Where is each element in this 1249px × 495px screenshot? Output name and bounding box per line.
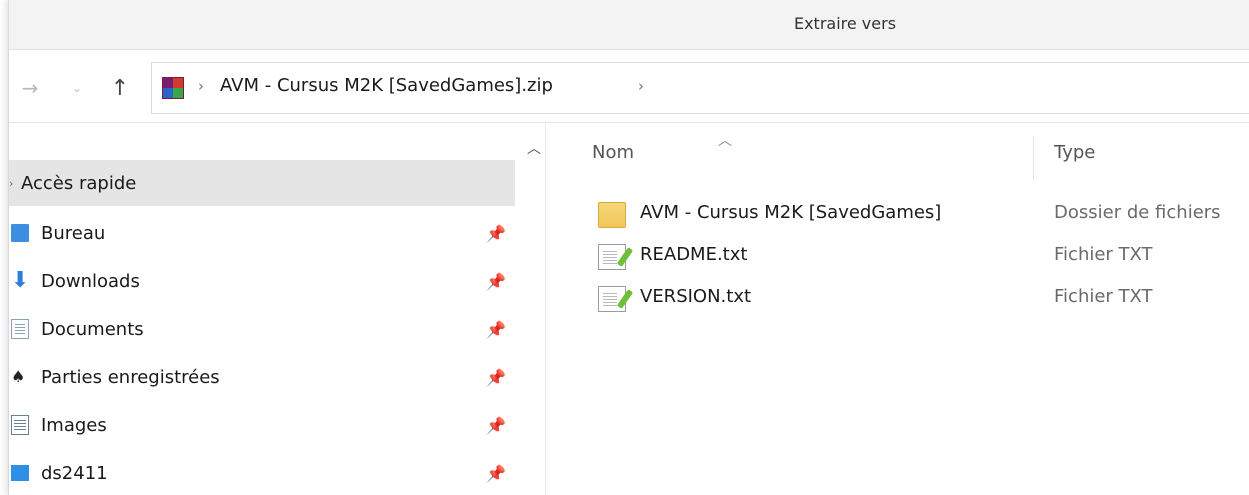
pin-icon: 📌 (486, 319, 506, 339)
sidebar-item-acces-rapide[interactable]: › Accès rapide (9, 160, 515, 206)
recent-locations-button[interactable]: ⌄ (65, 74, 89, 102)
breadcrumb-separator-icon[interactable]: › (638, 77, 644, 95)
winrar-archive-icon (162, 77, 184, 99)
images-icon (11, 415, 29, 435)
sidebar-item-label: Parties enregistrées (41, 366, 220, 388)
desktop-icon (11, 224, 29, 242)
file-name: README.txt (640, 244, 748, 265)
scroll-up-icon[interactable]: ︿ (527, 138, 541, 158)
file-row-readme[interactable]: README.txt Fichier TXT (546, 236, 1249, 276)
sidebar-item-documents[interactable]: Documents 📌 (9, 306, 515, 352)
arrow-up-icon: ↑ (110, 75, 130, 101)
document-icon (11, 319, 29, 339)
extract-dialog-window: Extraire vers → ⌄ ↑ › AVM - Cursus M2K [… (8, 0, 1249, 495)
column-resize-handle[interactable] (1033, 136, 1034, 180)
sidebar-item-images[interactable]: Images 📌 (9, 402, 515, 448)
file-row-version[interactable]: VERSION.txt Fichier TXT (546, 278, 1249, 318)
sidebar-item-label: Bureau (41, 222, 106, 244)
computer-icon (11, 465, 29, 481)
up-button[interactable]: ↑ (107, 74, 133, 102)
navigation-pane: ︿ › Accès rapide Bureau 📌 ⬇ Downloads 📌 … (9, 124, 545, 495)
window-title: Extraire vers (793, 14, 897, 33)
arrow-right-icon: → (21, 76, 39, 100)
sidebar-item-label: Downloads (41, 270, 140, 292)
file-type: Fichier TXT (1054, 286, 1153, 307)
column-header-type[interactable]: Type (1054, 142, 1095, 163)
folder-icon (598, 202, 626, 228)
sidebar-item-ds2411[interactable]: ds2411 📌 (9, 450, 515, 495)
file-row-folder[interactable]: AVM - Cursus M2K [SavedGames] Dossier de… (546, 194, 1249, 234)
file-type: Dossier de fichiers (1054, 202, 1221, 223)
pin-icon: 📌 (486, 271, 506, 291)
sort-ascending-icon: ︿ (718, 133, 732, 149)
sidebar-item-label: Documents (41, 318, 144, 340)
navigation-bar: → ⌄ ↑ › AVM - Cursus M2K [SavedGames].zi… (9, 50, 1249, 123)
text-file-icon (598, 244, 626, 270)
pin-icon: 📌 (486, 367, 506, 387)
breadcrumb-separator-icon[interactable]: › (198, 77, 204, 95)
file-type: Fichier TXT (1054, 244, 1153, 265)
expand-arrow-icon[interactable]: › (9, 177, 13, 190)
breadcrumb-archive[interactable]: AVM - Cursus M2K [SavedGames].zip (220, 75, 553, 96)
sidebar-item-parties-enregistrees[interactable]: ♠ Parties enregistrées 📌 (9, 354, 515, 400)
pin-icon: 📌 (486, 415, 506, 435)
file-list-pane: ︿ Nom Type AVM - Cursus M2K [SavedGames]… (546, 124, 1249, 495)
saved-games-icon: ♠ (11, 367, 26, 386)
text-file-icon (598, 286, 626, 312)
sidebar-item-bureau[interactable]: Bureau 📌 (9, 210, 515, 256)
pin-icon: 📌 (486, 463, 506, 483)
download-icon: ⬇ (11, 268, 30, 293)
title-bar: Extraire vers (9, 0, 1249, 50)
file-name: VERSION.txt (640, 286, 752, 307)
column-header-row: ︿ Nom Type (546, 124, 1249, 186)
pin-icon: 📌 (486, 223, 506, 243)
sidebar-section-label: Accès rapide (21, 172, 137, 194)
column-header-name[interactable]: Nom (592, 142, 634, 163)
address-bar[interactable]: › AVM - Cursus M2K [SavedGames].zip › (151, 62, 1249, 114)
sidebar-item-label: ds2411 (41, 462, 108, 484)
chevron-down-icon: ⌄ (71, 81, 83, 95)
sidebar-item-downloads[interactable]: ⬇ Downloads 📌 (9, 258, 515, 304)
file-name: AVM - Cursus M2K [SavedGames] (640, 202, 942, 223)
back-button[interactable]: → (15, 74, 45, 102)
sidebar-item-label: Images (41, 414, 107, 436)
